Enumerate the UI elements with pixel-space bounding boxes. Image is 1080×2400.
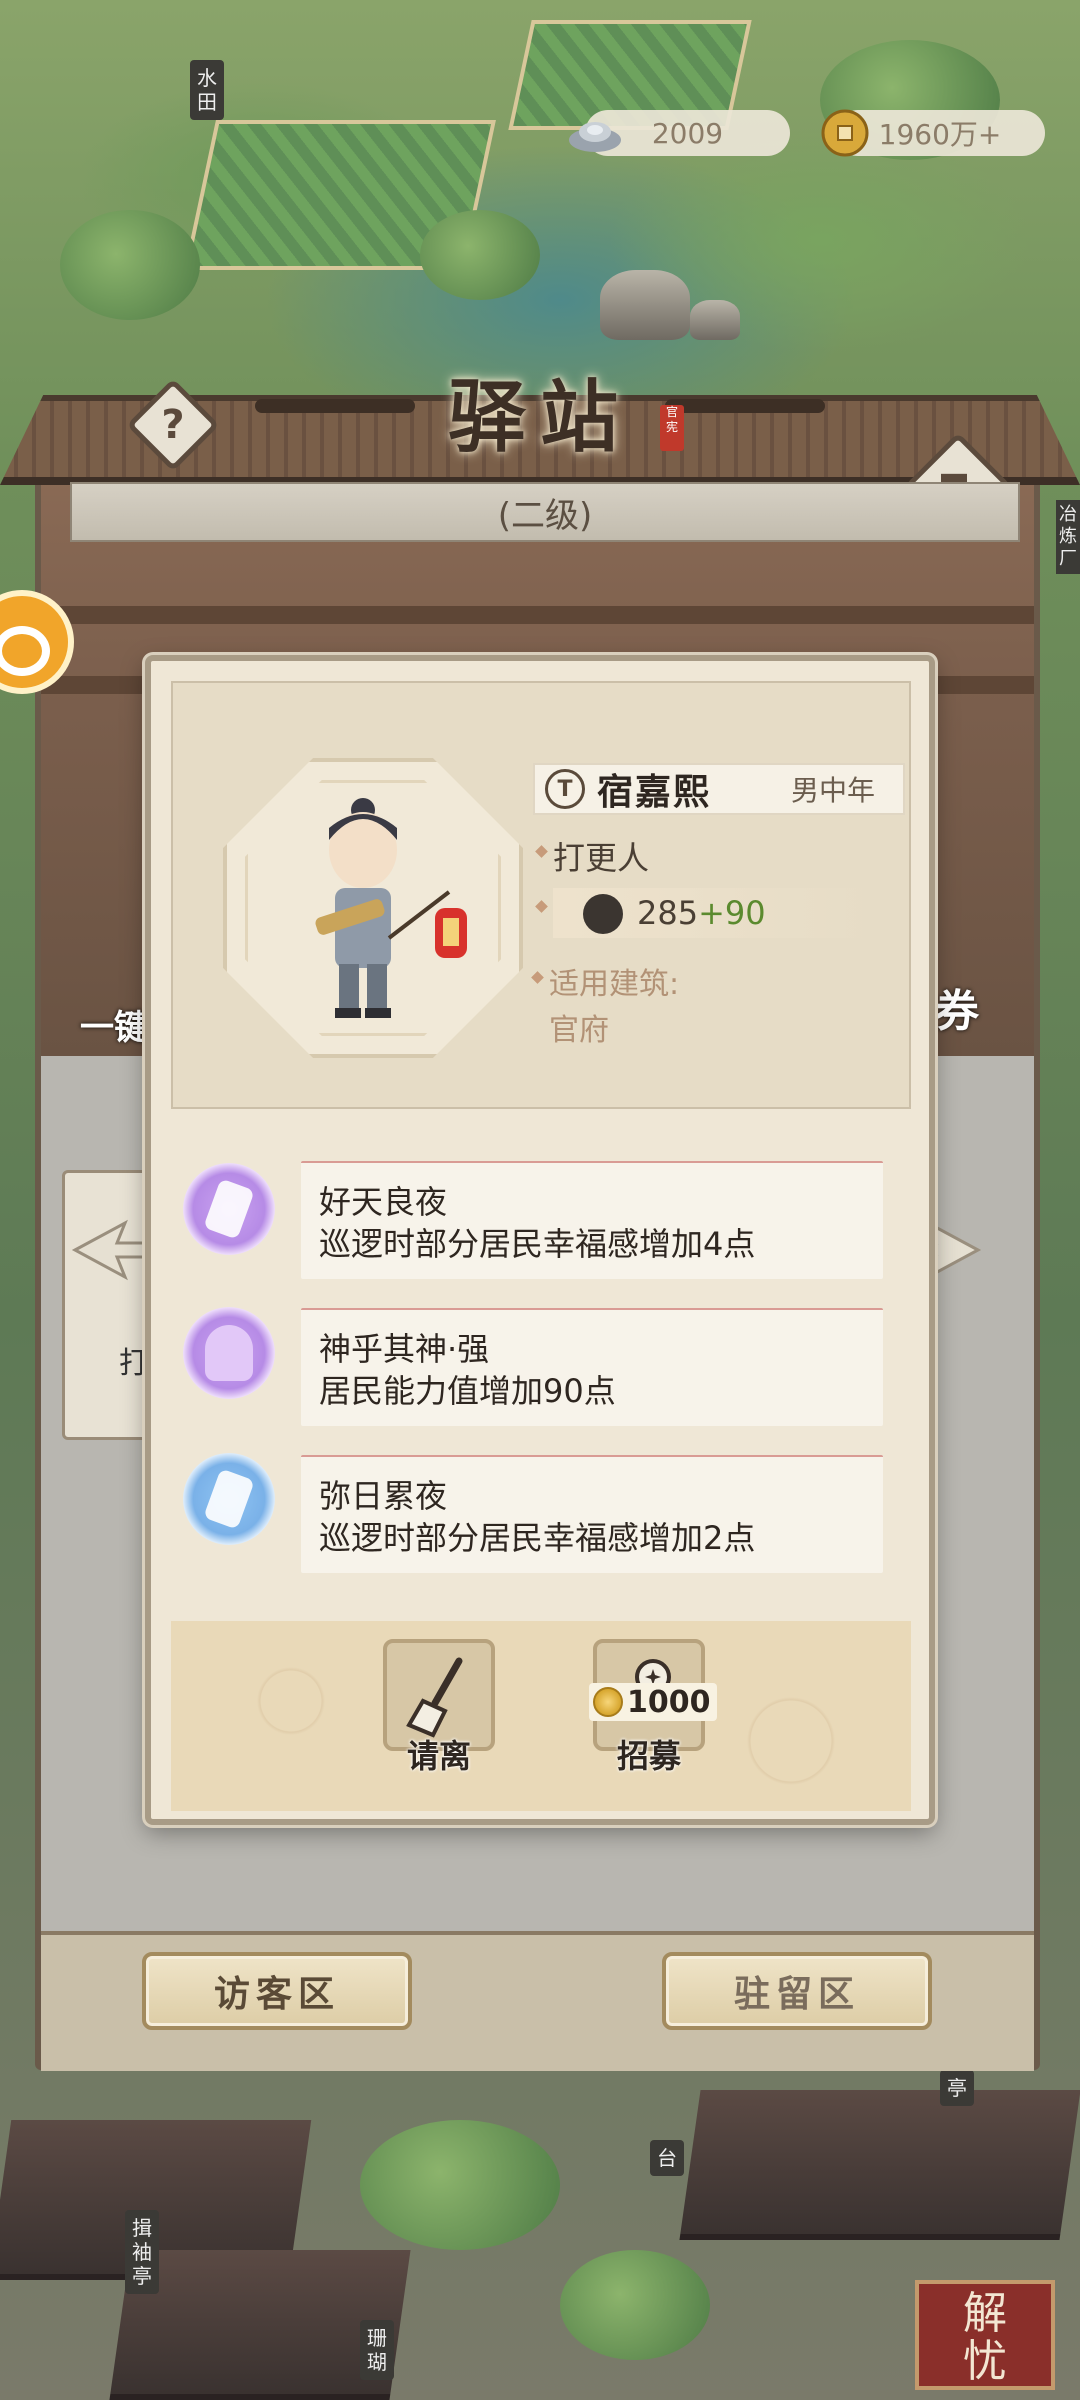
resident-power-base: 285: [637, 894, 699, 932]
official-seal: 官宪: [660, 405, 684, 451]
tree: [560, 2250, 710, 2360]
copper-coin-icon: [593, 1687, 623, 1717]
coin-counter[interactable]: 1960万+: [821, 109, 1045, 157]
prev-resident-arrow-icon[interactable]: [65, 1215, 155, 1285]
applicable-building-label-text: 适用建筑:: [549, 967, 680, 1002]
tree: [60, 210, 200, 320]
station-level: (二级): [497, 495, 593, 536]
question-icon: ?: [161, 402, 185, 448]
tree: [420, 210, 540, 300]
resident-action-panel: 请离 1000 招募: [171, 1621, 911, 1811]
resident-power-bonus: +90: [698, 894, 766, 932]
skill-name: 好天良夜: [319, 1183, 448, 1221]
resident-portrait-frame: [223, 758, 523, 1058]
ability-icon: [583, 894, 623, 934]
skill-row[interactable]: 弥日累夜 巡逻时部分居民幸福感增加2点: [301, 1455, 883, 1573]
resident-area-button[interactable]: 驻留区: [662, 1952, 932, 2030]
dismiss-label[interactable]: 请离: [383, 1731, 495, 1777]
skill-row[interactable]: 神乎其神·强 居民能力值增加90点: [301, 1308, 883, 1426]
skill-row[interactable]: 好天良夜 巡逻时部分居民幸福感增加4点: [301, 1161, 883, 1279]
recruit-cost-value: 1000: [627, 1684, 711, 1720]
resident-gender-age: 男中年: [790, 774, 875, 807]
resident-name: 宿嘉熙: [597, 771, 712, 813]
station-level-bar: (二级): [70, 482, 1020, 542]
one-click-button-fragment[interactable]: 一键: [80, 1000, 148, 1049]
tree: [360, 2120, 560, 2250]
silver-counter[interactable]: 2009: [569, 110, 790, 156]
resident-occupation-line: 打更人: [535, 833, 650, 879]
worry-relief-badge[interactable]: 解忧: [915, 2280, 1055, 2390]
resident-detail-modal: T 宿嘉熙 男中年 打更人 285+90 适用建筑: 官府 好天良夜 巡逻时部分…: [145, 655, 935, 1825]
applicable-building: 官府: [549, 1013, 609, 1048]
visitor-area-button[interactable]: 访客区: [142, 1952, 412, 2030]
silver-ingot-icon: [569, 122, 621, 152]
map-label-coral[interactable]: 珊瑚: [360, 2320, 394, 2380]
skill-description: 巡逻时部分居民幸福感增加4点: [319, 1225, 756, 1263]
rock: [690, 300, 740, 340]
map-label-kiosk[interactable]: 亭: [940, 2070, 974, 2106]
resident-profile-panel: T 宿嘉熙 男中年 打更人 285+90 适用建筑: 官府: [171, 681, 911, 1109]
copper-coin-icon: [821, 109, 869, 157]
blue-lantern-icon[interactable]: [183, 1453, 275, 1545]
buddha-icon[interactable]: [183, 1307, 275, 1399]
map-label-smelter[interactable]: 冶炼厂: [1056, 500, 1080, 574]
coin-amount: 1960万+: [878, 118, 1002, 151]
watchman-portrait: [315, 798, 467, 1018]
resident-occupation: 打更人: [553, 839, 650, 877]
map-label-paddy[interactable]: 水田: [190, 60, 224, 120]
skill-description: 巡逻时部分居民幸福感增加2点: [319, 1519, 756, 1557]
worker-type-icon: T: [545, 769, 585, 809]
recruit-cost: 1000: [589, 1683, 717, 1721]
recruit-label[interactable]: 招募: [593, 1731, 705, 1777]
map-label-pavilion[interactable]: 揖袖亭: [125, 2210, 159, 2294]
skill-description: 居民能力值增加90点: [319, 1372, 616, 1410]
resident-name-bar: T 宿嘉熙 男中年: [533, 763, 905, 815]
resident-power-line: 285+90: [535, 888, 885, 938]
rock: [600, 270, 690, 340]
station-title: 驿站: [447, 372, 632, 463]
voucher-button-fragment[interactable]: 券: [935, 975, 979, 1039]
building-roof: [679, 2090, 1080, 2240]
skill-name: 神乎其神·强: [319, 1330, 490, 1368]
skill-name: 弥日累夜: [319, 1477, 448, 1515]
map-label-terrace[interactable]: 台: [650, 2140, 684, 2176]
silver-amount: 2009: [651, 116, 724, 150]
applicable-building-label: 适用建筑:: [531, 959, 680, 1003]
purple-lantern-icon[interactable]: [183, 1163, 275, 1255]
